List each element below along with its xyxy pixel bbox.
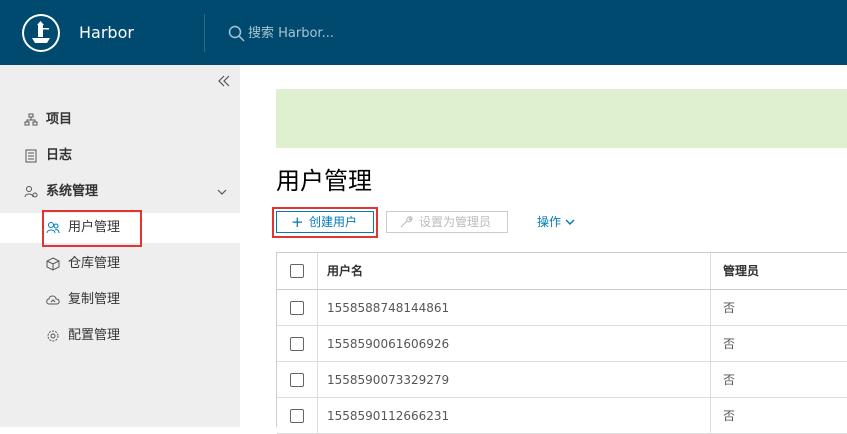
sidebar-item-logs[interactable]: 日志: [0, 141, 240, 171]
sidebar-item-replication-management[interactable]: 复制管理: [0, 285, 240, 315]
sidebar-item-label: 系统管理: [46, 184, 99, 199]
chevron-down-icon[interactable]: [216, 187, 228, 197]
column-divider: [710, 362, 711, 397]
column-header-admin[interactable]: 管理员: [723, 264, 759, 278]
cell-admin: 否: [723, 337, 736, 351]
table-row[interactable]: 1558590112666231 否: [277, 398, 847, 434]
row-checkbox[interactable]: [290, 301, 304, 315]
cell-admin: 否: [723, 409, 736, 423]
sidebar-item-label: 日志: [46, 148, 73, 163]
column-divider: [710, 326, 711, 361]
brand-name: Harbor: [79, 23, 134, 42]
set-as-admin-button[interactable]: 设置为管理员: [386, 211, 508, 233]
table-row[interactable]: 1558588748144861 否: [277, 290, 847, 326]
users-table: 用户名 管理员 1558588748144861 否 1558590061606…: [276, 252, 847, 434]
actions-dropdown[interactable]: 操作: [537, 213, 575, 231]
page-title: 用户管理: [276, 167, 372, 195]
sidebar-item-label: 项目: [46, 112, 73, 127]
column-divider: [710, 398, 711, 433]
column-header-username[interactable]: 用户名: [327, 264, 363, 278]
cell-username: 1558590073329279: [327, 373, 450, 387]
cell-username: 1558590061606926: [327, 337, 450, 351]
highlight-box: [272, 207, 378, 238]
registry-icon: [46, 257, 60, 271]
column-divider: [317, 398, 318, 433]
alert-banner: [276, 89, 847, 148]
highlight-box: [42, 210, 142, 247]
header-divider: [204, 14, 205, 52]
sidebar-item-system-admin[interactable]: 系统管理: [0, 177, 240, 207]
sidebar-item-config-management[interactable]: 配置管理: [0, 321, 240, 351]
system-admin-icon: [24, 186, 38, 198]
sidebar-item-label: 复制管理: [68, 292, 121, 307]
row-checkbox[interactable]: [290, 337, 304, 351]
config-icon: [47, 330, 59, 342]
chevron-down-icon: [565, 219, 575, 225]
cell-username: 1558588748144861: [327, 301, 450, 315]
cell-username: 1558590112666231: [327, 409, 450, 423]
column-divider: [710, 290, 711, 325]
cell-admin: 否: [723, 301, 736, 315]
table-header: 用户名 管理员: [277, 253, 847, 290]
app-header: Harbor 搜索 Harbor...: [0, 0, 847, 65]
collapse-sidebar-icon[interactable]: [216, 73, 232, 89]
column-divider: [317, 290, 318, 325]
sidebar-item-projects[interactable]: 项目: [0, 105, 240, 135]
row-checkbox[interactable]: [290, 409, 304, 423]
wrench-icon: [400, 216, 413, 228]
global-search[interactable]: 搜索 Harbor...: [228, 23, 448, 45]
select-all-checkbox[interactable]: [290, 264, 304, 278]
column-divider: [710, 253, 711, 289]
column-divider: [317, 362, 318, 397]
cell-admin: 否: [723, 373, 736, 387]
harbor-logo-icon[interactable]: [22, 14, 60, 52]
row-checkbox[interactable]: [290, 373, 304, 387]
column-divider: [317, 326, 318, 361]
table-row[interactable]: 1558590073329279 否: [277, 362, 847, 398]
log-icon: [25, 149, 37, 163]
sidebar-item-label: 配置管理: [68, 328, 121, 343]
table-row[interactable]: 1558590061606926 否: [277, 326, 847, 362]
project-icon: [24, 113, 38, 126]
search-input[interactable]: 搜索 Harbor...: [248, 26, 334, 42]
column-divider: [317, 253, 318, 289]
sidebar-item-label: 仓库管理: [68, 256, 121, 271]
replication-icon: [46, 295, 60, 305]
sidebar-item-registry-management[interactable]: 仓库管理: [0, 249, 240, 279]
search-icon: [228, 25, 245, 42]
